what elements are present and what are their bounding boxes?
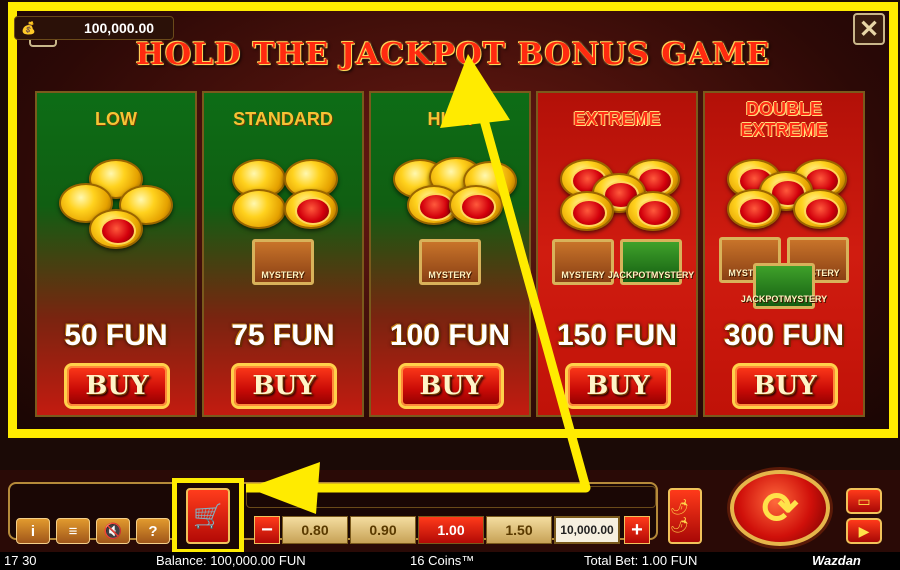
help-button[interactable]: ? xyxy=(136,518,170,544)
status-bar: 17 30 Balance: 100,000.00 FUN 16 Coins™ … xyxy=(0,552,900,570)
bet-option[interactable]: 1.50 xyxy=(486,516,552,544)
spin-button[interactable]: ⟳ xyxy=(730,470,830,546)
status-total-bet: Total Bet: 1.00 FUN xyxy=(584,553,698,568)
game-name: 16 Coins™ xyxy=(410,553,475,568)
tier-name-line: EXTREME xyxy=(740,120,828,140)
autoplay-icon[interactable]: ▭ xyxy=(846,488,882,514)
brand-logo: Wazdan xyxy=(812,553,861,568)
treasure-chest-icon: MYSTERY xyxy=(419,239,481,285)
tier-name: DOUBLE EXTREME xyxy=(705,99,863,141)
bet-plus-button[interactable]: + xyxy=(624,516,650,544)
tier-double-extreme: DOUBLE EXTREME MYSTERY MYSTERY JACKPOT M… xyxy=(703,91,865,417)
chest-label: JACKPOT xyxy=(607,270,651,280)
chest-label: MYSTERY xyxy=(650,270,695,280)
red-gem-coin-icon xyxy=(793,189,847,229)
tier-price: 300 FUN xyxy=(723,319,845,352)
tier-name: LOW xyxy=(95,109,137,129)
message-bar xyxy=(246,486,656,508)
bonus-panel: ⍈ ✕ HOLD THE JACKPOT BONUS GAME LOW 50 F… xyxy=(8,2,898,438)
red-gem-coin-icon xyxy=(89,209,143,249)
coin-stack: MYSTERY xyxy=(371,153,529,303)
shop-button[interactable]: 🛒 xyxy=(172,478,244,554)
chili-icon[interactable]: 🌶🌶 xyxy=(668,488,702,544)
red-gem-coin-icon xyxy=(626,191,680,231)
gold-coin-icon xyxy=(232,189,286,229)
jackpot-chest-icon: JACKPOT MYSTERY xyxy=(741,263,827,309)
tier-price: 75 FUN xyxy=(231,319,335,352)
tier-price: 150 FUN xyxy=(556,319,678,352)
tier-price: 50 FUN xyxy=(64,319,168,352)
clock: 17 30 xyxy=(4,553,37,568)
status-balance: Balance: 100,000.00 FUN xyxy=(156,553,306,568)
tier-low: LOW 50 FUN BUY xyxy=(35,91,197,417)
treasure-chest-icon: MYSTERY xyxy=(252,239,314,285)
red-gem-coin-icon xyxy=(284,189,338,229)
tier-name: STANDARD xyxy=(233,109,333,129)
total-chip: 10,000.00 xyxy=(554,516,620,544)
bet-option[interactable]: 0.80 xyxy=(282,516,348,544)
sound-off-button[interactable]: 🔇 xyxy=(96,518,130,544)
buy-high-button[interactable]: BUY xyxy=(398,363,504,409)
balance-value: 100,000.00 xyxy=(83,20,155,36)
info-button[interactable]: i xyxy=(16,518,50,544)
bet-option-selected[interactable]: 1.00 xyxy=(418,516,484,544)
page-title: HOLD THE JACKPOT BONUS GAME xyxy=(135,37,771,72)
tier-name: HIGH xyxy=(427,109,473,129)
tier-name-line: DOUBLE xyxy=(746,99,822,119)
red-gem-coin-icon xyxy=(449,185,503,225)
tier-extreme: EXTREME MYSTERY JACKPOT MYSTERY 150 FUN … xyxy=(536,91,698,417)
buy-double-extreme-button[interactable]: BUY xyxy=(732,363,838,409)
chest-label: JACKPOT xyxy=(740,294,784,304)
coin-stack xyxy=(37,153,195,303)
money-bag-icon: 💰 xyxy=(21,21,36,35)
red-gem-coin-icon xyxy=(560,191,614,231)
bet-option[interactable]: 0.90 xyxy=(350,516,416,544)
treasure-chest-icon: MYSTERY xyxy=(552,239,614,285)
tier-price: 100 FUN xyxy=(389,319,511,352)
menu-button[interactable]: ≡ xyxy=(56,518,90,544)
bonus-screen: ⍈ ✕ HOLD THE JACKPOT BONUS GAME LOW 50 F… xyxy=(0,0,900,470)
balance-display: 💰 100,000.00 xyxy=(14,16,174,40)
tier-high: HIGH MYSTERY 100 FUN BUY xyxy=(369,91,531,417)
play-icon[interactable]: ▶ xyxy=(846,518,882,544)
buy-standard-button[interactable]: BUY xyxy=(231,363,337,409)
coin-stack: MYSTERY xyxy=(204,153,362,303)
tier-name: EXTREME xyxy=(573,109,661,129)
chest-label: MYSTERY xyxy=(783,294,828,304)
tier-standard: STANDARD MYSTERY 75 FUN BUY xyxy=(202,91,364,417)
buy-extreme-button[interactable]: BUY xyxy=(565,363,671,409)
bet-minus-button[interactable]: − xyxy=(254,516,280,544)
coin-stack: MYSTERY MYSTERY JACKPOT MYSTERY xyxy=(705,153,863,309)
cart-icon: 🛒 xyxy=(186,488,230,544)
jackpot-chest-icon: JACKPOT MYSTERY xyxy=(608,239,694,285)
buy-low-button[interactable]: BUY xyxy=(64,363,170,409)
coin-stack: MYSTERY JACKPOT MYSTERY xyxy=(538,153,696,303)
red-gem-coin-icon xyxy=(727,189,781,229)
